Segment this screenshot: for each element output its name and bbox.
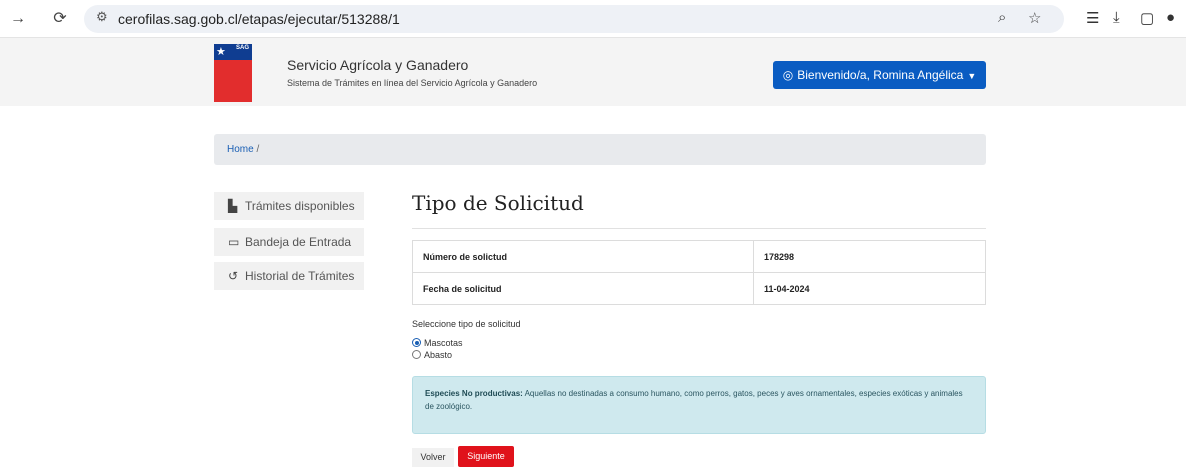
info-alert-title: Especies No productivas:: [425, 389, 523, 398]
user-menu-button[interactable]: ◎ Bienvenido/a, Romina Angélica ▼: [773, 61, 986, 89]
sag-logo[interactable]: ★ SAG: [214, 44, 252, 102]
sidebar-item-label: Historial de Trámites: [245, 269, 355, 283]
radio-option-abasto[interactable]: Abasto: [412, 350, 452, 361]
forward-icon[interactable]: →: [8, 9, 28, 29]
divider: [412, 228, 986, 229]
welcome-label: Bienvenido/a, Romina Angélica: [797, 68, 964, 82]
radio-label[interactable]: Mascotas: [424, 338, 463, 348]
sidebar-item-tramites-disponibles[interactable]: ▙ Trámites disponibles: [214, 192, 364, 220]
breadcrumb-home-link[interactable]: Home: [227, 144, 254, 155]
download-icon[interactable]: ⤓: [1113, 9, 1120, 26]
page-title: Tipo de Solicitud: [412, 191, 584, 215]
url-text[interactable]: cerofilas.sag.gob.cl/etapas/ejecutar/513…: [118, 11, 400, 27]
radio-button-checked[interactable]: [412, 338, 421, 347]
breadcrumb-separator: /: [256, 144, 260, 155]
history-icon: ↺: [228, 269, 239, 283]
site-header: ★ SAG Servicio Agrícola y Ganadero Siste…: [0, 38, 1186, 106]
table-cell-value: 11-04-2024: [753, 272, 986, 305]
next-button[interactable]: Siguiente: [458, 446, 514, 467]
bookmark-star-icon[interactable]: ☆: [1028, 9, 1041, 27]
table-cell-value: 178298: [753, 240, 986, 273]
caret-down-icon: ▼: [967, 71, 977, 81]
file-icon: ▙: [228, 199, 238, 213]
table-cell-label: Fecha de solicitud: [412, 272, 754, 305]
side-panel-icon[interactable]: ▢: [1140, 9, 1154, 27]
table-cell-label: Número de solictud: [412, 240, 754, 273]
site-title: Servicio Agrícola y Ganadero: [287, 57, 469, 73]
browser-toolbar: → ⟳ ⚙ cerofilas.sag.gob.cl/etapas/ejecut…: [0, 0, 1186, 38]
address-bar[interactable]: ⚙ cerofilas.sag.gob.cl/etapas/ejecutar/5…: [84, 5, 1064, 33]
radio-option-mascotas[interactable]: Mascotas: [412, 338, 463, 349]
back-button[interactable]: Volver: [412, 448, 454, 467]
zoom-icon[interactable]: ⌕: [998, 9, 1006, 26]
sidebar-item-historial[interactable]: ↺ Historial de Trámites: [214, 262, 364, 290]
table-row: Fecha de solicitud 11-04-2024: [412, 272, 986, 305]
radio-label[interactable]: Abasto: [424, 350, 452, 360]
reading-list-icon[interactable]: ☰: [1086, 9, 1099, 27]
inbox-icon: ▭: [228, 235, 240, 249]
table-row: Número de solictud 178298: [412, 240, 986, 273]
info-alert: Especies No productivas: Aquellas no des…: [412, 376, 986, 434]
site-info-icon[interactable]: ⚙: [96, 9, 108, 25]
radio-button[interactable]: [412, 350, 421, 359]
solicitud-info-table: Número de solictud 178298 Fecha de solic…: [412, 240, 986, 305]
select-type-label: Seleccione tipo de solicitud: [412, 319, 521, 329]
breadcrumb: Home /: [214, 134, 986, 165]
sidebar-item-bandeja-entrada[interactable]: ▭Bandeja de Entrada (2): [214, 228, 364, 277]
reload-icon[interactable]: ⟳: [50, 9, 70, 29]
logo-text: SAG: [236, 45, 250, 51]
star-icon: ★: [216, 46, 226, 58]
profile-icon[interactable]: ●: [1166, 9, 1175, 26]
site-subtitle: Sistema de Trámites en línea del Servici…: [287, 78, 538, 88]
sidebar-item-label: Trámites disponibles: [245, 199, 355, 213]
user-circle-icon: ◎: [782, 68, 794, 82]
